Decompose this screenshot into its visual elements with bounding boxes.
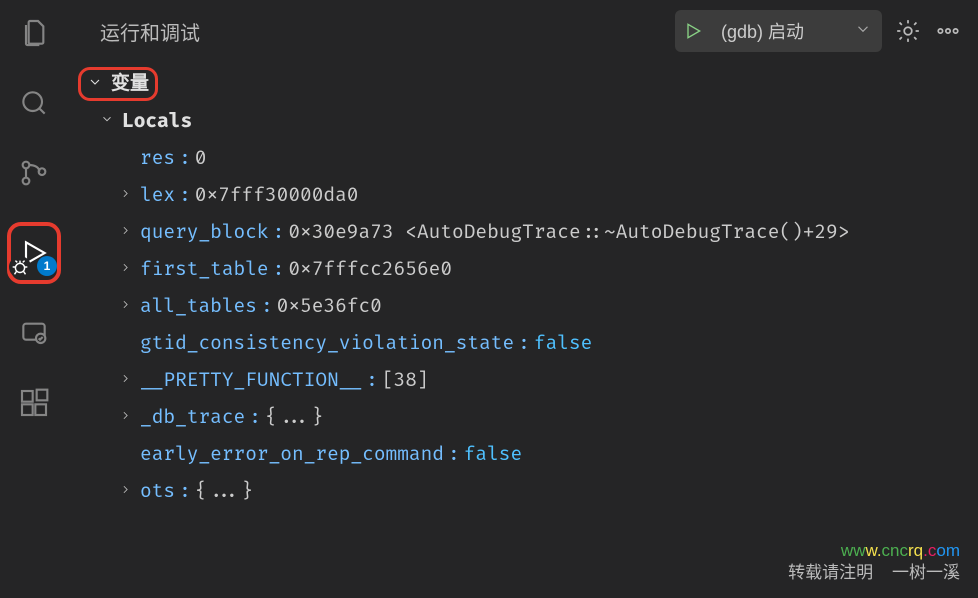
run-debug-icon[interactable]: 1 bbox=[13, 232, 55, 274]
chevron-right-icon bbox=[114, 218, 136, 247]
variables-highlight: 变量 bbox=[78, 67, 158, 101]
variables-label: 变量 bbox=[111, 68, 149, 95]
variable-value: {...} bbox=[195, 473, 253, 510]
more-icon[interactable] bbox=[934, 17, 962, 45]
variables-section-header[interactable]: 变量 bbox=[87, 68, 149, 95]
variable-name: first_table bbox=[140, 251, 269, 288]
variable-name: res bbox=[140, 140, 175, 177]
variable-name: query_block bbox=[140, 214, 269, 251]
chevron-right-icon bbox=[114, 366, 136, 395]
variable-row[interactable]: query_block: 0x30e9a73 <AutoDebugTrace::… bbox=[74, 214, 978, 251]
variables-tree: Locals res: 0lex: 0x7fff30000da0query_bl… bbox=[68, 103, 978, 511]
variable-row[interactable]: ots: {...} bbox=[74, 473, 978, 510]
chevron-down-icon bbox=[96, 107, 118, 136]
variable-name: lex bbox=[140, 177, 175, 214]
variable-row[interactable]: _db_trace: {...} bbox=[74, 399, 978, 436]
locals-label: Locals bbox=[122, 103, 192, 140]
variable-row[interactable]: gtid_consistency_violation_state: false bbox=[74, 325, 978, 362]
variable-row[interactable]: res: 0 bbox=[74, 140, 978, 177]
chevron-right-icon bbox=[114, 403, 136, 432]
extensions-icon[interactable] bbox=[13, 382, 55, 424]
debug-badge: 1 bbox=[37, 256, 57, 276]
variable-value: 0x30e9a73 <AutoDebugTrace::~AutoDebugTra… bbox=[288, 214, 849, 251]
debug-activity-highlight: 1 bbox=[7, 222, 61, 284]
variable-value: 0 bbox=[195, 140, 207, 177]
variable-row[interactable]: __PRETTY_FUNCTION__: [38] bbox=[74, 362, 978, 399]
variable-row[interactable]: all_tables: 0x5e36fc0 bbox=[74, 288, 978, 325]
chevron-down-icon[interactable] bbox=[854, 20, 872, 43]
source-control-icon[interactable] bbox=[13, 152, 55, 194]
debug-header: 运行和调试 (gdb) 启动 bbox=[68, 0, 978, 62]
variable-value: false bbox=[464, 436, 522, 473]
variable-value: false bbox=[534, 325, 592, 362]
explorer-icon[interactable] bbox=[13, 12, 55, 54]
variable-name: all_tables bbox=[140, 288, 257, 325]
gear-icon[interactable] bbox=[894, 17, 922, 45]
remote-icon[interactable] bbox=[13, 312, 55, 354]
panel-title: 运行和调试 bbox=[88, 17, 663, 46]
variable-name: gtid_consistency_violation_state bbox=[140, 325, 514, 362]
chevron-down-icon bbox=[87, 74, 103, 90]
variable-value: {...} bbox=[265, 399, 323, 436]
variable-row[interactable]: early_error_on_rep_command: false bbox=[74, 436, 978, 473]
start-debug-icon[interactable] bbox=[683, 21, 703, 41]
variable-name: early_error_on_rep_command bbox=[140, 436, 444, 473]
variable-value: 0x5e36fc0 bbox=[277, 288, 382, 325]
debug-config-name: (gdb) 启动 bbox=[717, 18, 840, 44]
chevron-right-icon bbox=[114, 477, 136, 506]
chevron-right-icon bbox=[114, 181, 136, 210]
variable-value: [38] bbox=[382, 362, 429, 399]
variable-value: 0x7fff30000da0 bbox=[195, 177, 359, 214]
variable-row[interactable]: lex: 0x7fff30000da0 bbox=[74, 177, 978, 214]
watermark: www.cncrq.com 转载请注明 一树一溪 bbox=[788, 540, 960, 584]
variable-value: 0x7fffcc2656e0 bbox=[288, 251, 452, 288]
variable-name: ots bbox=[140, 473, 175, 510]
search-icon[interactable] bbox=[13, 82, 55, 124]
variable-name: _db_trace bbox=[140, 399, 245, 436]
chevron-right-icon bbox=[114, 255, 136, 284]
variable-row[interactable]: first_table: 0x7fffcc2656e0 bbox=[74, 251, 978, 288]
locals-scope[interactable]: Locals bbox=[74, 103, 978, 140]
chevron-right-icon bbox=[114, 292, 136, 321]
variables-section-row: 变量 bbox=[68, 62, 978, 103]
debug-config-selector[interactable]: (gdb) 启动 bbox=[675, 10, 882, 52]
debug-sidebar: 运行和调试 (gdb) 启动 变量 bbox=[68, 0, 978, 598]
variable-name: __PRETTY_FUNCTION__ bbox=[140, 362, 362, 399]
activity-bar: 1 bbox=[0, 0, 68, 598]
